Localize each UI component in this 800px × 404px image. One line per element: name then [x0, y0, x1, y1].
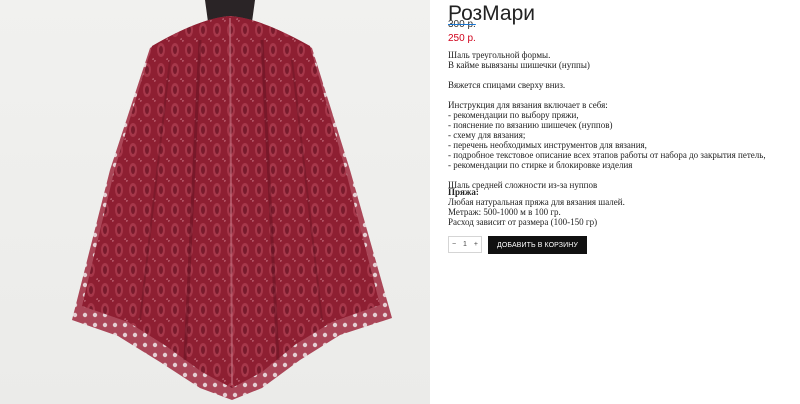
yarn-heading: Пряжа:: [448, 187, 479, 197]
product-photo[interactable]: [0, 0, 430, 404]
old-price: 300 р.: [448, 19, 476, 30]
add-to-cart-button[interactable]: ДОБАВИТЬ В КОРЗИНУ: [488, 236, 587, 254]
description-line: - схему для вязания;: [448, 130, 526, 140]
yarn-line: Метраж: 500-1000 м в 100 гр.: [448, 207, 561, 217]
shawl-image: [72, 0, 392, 400]
decrease-quantity-button[interactable]: −: [452, 241, 456, 248]
increase-quantity-button[interactable]: +: [474, 241, 478, 248]
quantity-stepper[interactable]: − 1 +: [448, 236, 482, 253]
description-line: - рекомендации по выбору пряжи,: [448, 110, 579, 120]
description-line: - пояснение по вязанию шишечек (нуппов): [448, 120, 613, 130]
description-line: - рекомендации по стирке и блокировке из…: [448, 160, 633, 170]
description-line: Шаль средней сложности из-за нуппов: [448, 180, 598, 190]
yarn-line: Любая натуральная пряжа для вязания шале…: [448, 197, 625, 207]
current-price: 250 р.: [448, 33, 476, 44]
yarn-details: Любая натуральная пряжа для вязания шале…: [448, 197, 793, 227]
description-line: Инструкция для вязания включает в себя:: [448, 100, 608, 110]
description-line: В кайме вывязаны шишечки (нуппы): [448, 60, 590, 70]
description-line: Вяжется спицами сверху вниз.: [448, 80, 566, 90]
description-line: - перечень необходимых инструментов для …: [448, 140, 647, 150]
quantity-value[interactable]: 1: [463, 241, 467, 248]
description-line: Шаль треугольной формы.: [448, 50, 551, 60]
product-description: Шаль треугольной формы. В кайме вывязаны…: [448, 50, 793, 190]
description-line: - подробное текстовое описание всех этап…: [448, 150, 766, 160]
yarn-line: Расход зависит от размера (100-150 гр): [448, 217, 598, 227]
